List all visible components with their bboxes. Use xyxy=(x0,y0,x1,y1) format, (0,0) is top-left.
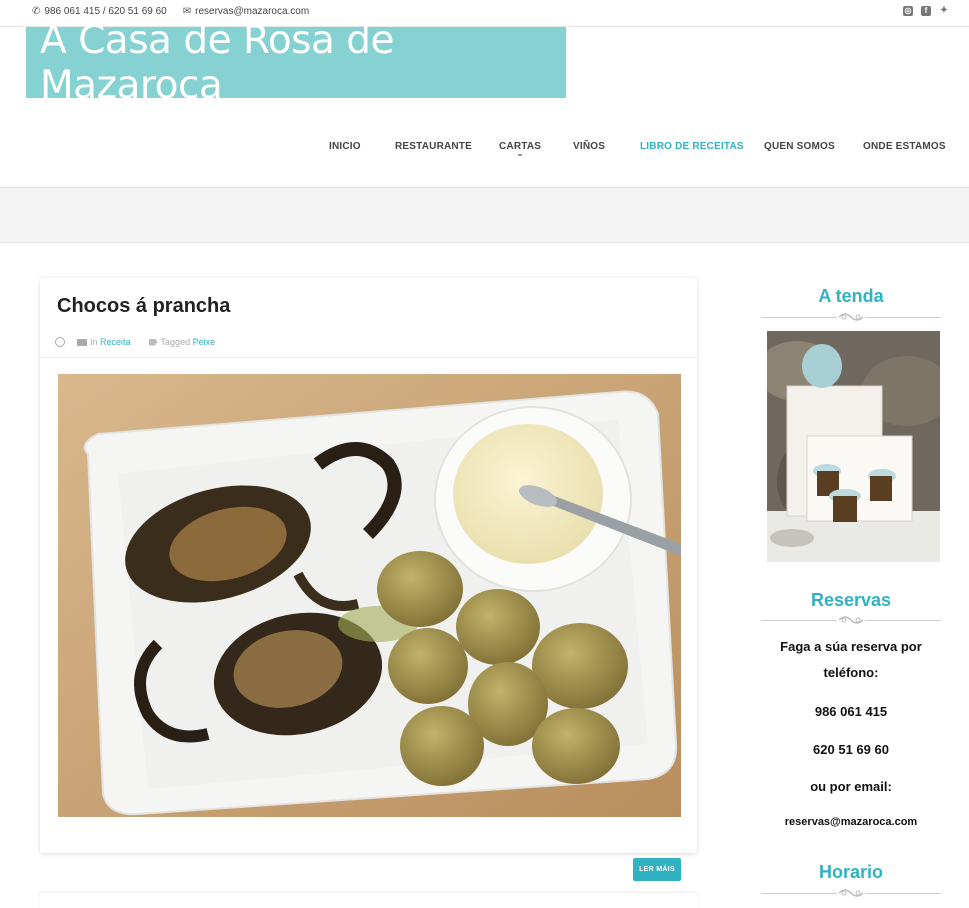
meta-divider xyxy=(40,357,697,358)
nav-restaurante[interactable]: RESTAURANTE xyxy=(395,141,472,152)
ornament-divider xyxy=(761,887,941,901)
nav-libro-de-receitas[interactable]: LIBRO DE RECEITAS xyxy=(640,141,744,152)
shop-image[interactable] xyxy=(767,331,940,562)
reservas-phone-1[interactable]: 986 061 415 xyxy=(761,704,941,719)
tagged-label: Tagged xyxy=(160,337,191,347)
nav-cartas-label: CARTAS xyxy=(499,141,542,152)
in-label: In xyxy=(90,337,98,347)
clock-icon xyxy=(55,337,65,347)
swirl-ornament-icon xyxy=(837,614,865,626)
tag-link[interactable]: Peixe xyxy=(193,337,216,347)
post-meta: In Receita Tagged Peixe xyxy=(55,337,215,347)
reservas-phone-2[interactable]: 620 51 69 60 xyxy=(761,742,941,757)
twitter-icon[interactable]: ✦ xyxy=(939,6,949,16)
page-header-band xyxy=(0,187,969,243)
nav-inicio[interactable]: INICIO xyxy=(329,141,361,152)
post-title[interactable]: Chocos á prancha xyxy=(57,295,230,318)
main-nav: INICIO RESTAURANTE CARTAS VIÑOS LIBRO DE… xyxy=(0,141,969,156)
facebook-icon[interactable]: f xyxy=(921,6,931,16)
nav-onde-estamos[interactable]: ONDE ESTAMOS xyxy=(863,141,946,152)
horario-widget-title: Horario xyxy=(818,862,883,882)
phone-icon: ✆ xyxy=(32,6,41,17)
email-link[interactable]: reservas@mazaroca.com xyxy=(195,6,309,17)
swirl-ornament-icon xyxy=(837,311,865,323)
shop-photo xyxy=(767,331,940,562)
post-featured-image[interactable] xyxy=(58,374,681,817)
swirl-ornament-icon xyxy=(837,887,865,899)
reservas-email-label: ou por email: xyxy=(810,779,892,794)
tag-icon xyxy=(148,338,158,346)
nav-cartas[interactable]: CARTAS xyxy=(499,141,542,156)
envelope-icon: ✉ xyxy=(182,6,192,17)
next-post-card xyxy=(40,893,697,908)
food-photo xyxy=(58,374,681,817)
contact-info: ✆ 986 061 415 / 620 51 69 60 ✉ reservas@… xyxy=(32,6,309,17)
folder-icon xyxy=(77,338,87,346)
site-logo[interactable]: A Casa de Rosa de Mazaroca xyxy=(26,18,566,108)
nav-quen-somos[interactable]: QUEN SOMOS xyxy=(764,141,835,152)
reservas-text-line2: teléfono: xyxy=(823,665,879,680)
logo-text: A Casa de Rosa de Mazaroca xyxy=(40,17,395,108)
instagram-icon[interactable]: ◎ xyxy=(903,6,913,16)
reservas-email[interactable]: reservas@mazaroca.com xyxy=(761,816,941,828)
reservas-widget-title: Reservas xyxy=(810,590,892,610)
category-link[interactable]: Receita xyxy=(100,337,131,347)
nav-vinos[interactable]: VIÑOS xyxy=(573,141,605,152)
ornament-divider xyxy=(761,614,941,628)
ornament-divider xyxy=(761,311,941,325)
social-links: ◎ f ✦ xyxy=(903,6,949,16)
chevron-down-icon xyxy=(518,154,523,156)
read-more-button[interactable]: LER MÁIS xyxy=(633,858,681,881)
shop-widget-title: A tenda xyxy=(818,286,884,306)
phone-numbers: 986 061 415 / 620 51 69 60 xyxy=(44,6,167,17)
post-card: Chocos á prancha In Receita Tagged Peixe xyxy=(40,278,697,853)
reservas-text-line1: Faga a súa reserva por xyxy=(780,639,922,654)
